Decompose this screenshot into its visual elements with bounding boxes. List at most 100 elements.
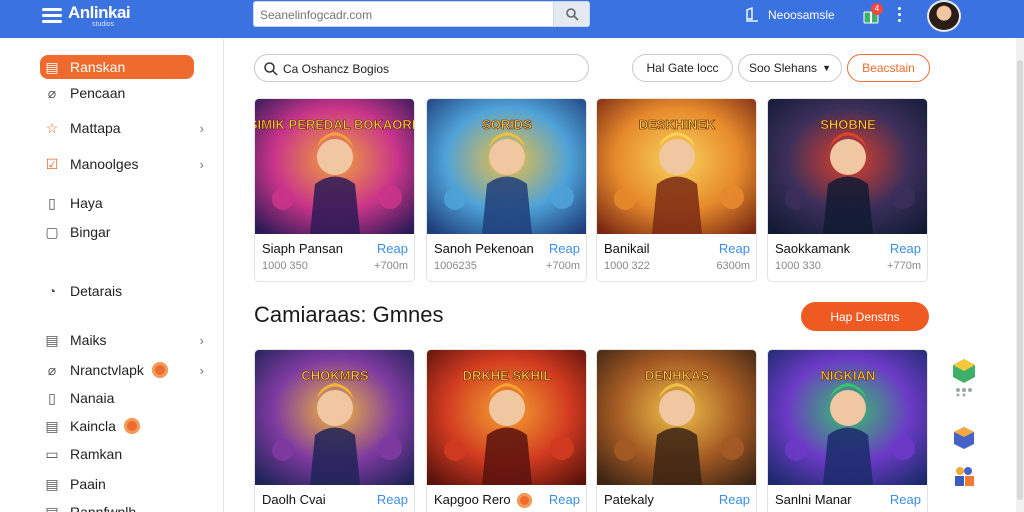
game-name[interactable]: Siaph Pansan [262, 241, 343, 256]
sidebar-item-icon: ▢ [45, 223, 59, 240]
game-name[interactable]: Daolh Cvai [262, 492, 326, 507]
sidebar-item-label: Nranctvlapk [70, 362, 144, 378]
user-avatar[interactable] [927, 0, 961, 32]
sidebar-item-10[interactable]: ▤ Kaincla [40, 414, 210, 438]
game-cover-art: SHOBNE [768, 99, 927, 234]
search-icon [264, 62, 278, 76]
game-cover-art: NIGKIAN [768, 350, 927, 485]
content-search-bar[interactable] [254, 54, 589, 82]
game-card[interactable]: NIGKIAN Sanlni Manar Reap [767, 349, 928, 512]
sidebar-item-4[interactable]: ▯ Haya [40, 191, 210, 215]
content-search-input[interactable] [283, 60, 573, 77]
play-button[interactable]: Reap [549, 492, 580, 507]
sidebar-item-9[interactable]: ▯ Nanaia [40, 386, 210, 410]
game-name[interactable]: Kapgoo Rero [434, 492, 532, 509]
sidebar-item-8[interactable]: ⌀ Nranctvlapk › [40, 358, 210, 382]
game-name[interactable]: Banikail [604, 241, 650, 256]
game-card[interactable]: DRKHE SKHIL Kapgoo Rero Reap [426, 349, 587, 512]
play-button[interactable]: Reap [890, 492, 921, 507]
game-name[interactable]: Sanoh Pekenoan [434, 241, 534, 256]
filter-button-orange[interactable]: Beacstain [847, 54, 930, 82]
game-cover-title: CHOKMRS [301, 368, 368, 383]
chevron-right-icon: › [199, 157, 204, 172]
sidebar-item-icon: ▭ [45, 445, 59, 462]
play-button[interactable]: Reap [549, 241, 580, 256]
game-thumbnail[interactable]: SHOBNE [768, 99, 927, 234]
sidebar-item-5[interactable]: ▢ Bingar [40, 220, 210, 244]
sidebar-item-label: Manoolges [70, 156, 139, 172]
box-icon [954, 427, 974, 449]
game-thumbnail[interactable]: DRKHE SKHIL [427, 350, 586, 485]
menu-icon[interactable] [42, 8, 62, 24]
game-name[interactable]: Sanlni Manar [775, 492, 852, 507]
play-button[interactable]: Reap [377, 241, 408, 256]
game-thumbnail[interactable]: DENHKAS [597, 350, 756, 485]
game-name[interactable]: Patekaly [604, 492, 654, 507]
game-reward: 6300m [716, 260, 750, 272]
sidebar-item-2[interactable]: ☆ Mattapa › [40, 116, 210, 140]
sidebar-item-icon: ▤ [45, 331, 59, 348]
sidebar-item-icon: ☑ [45, 155, 59, 172]
game-cover-title: DESKHINEK [639, 117, 716, 132]
floating-widget-1[interactable] [942, 350, 986, 404]
play-button[interactable]: Reap [719, 241, 750, 256]
filter-dropdown[interactable]: Soo Slehans ▼ [738, 54, 842, 82]
search-icon[interactable] [553, 2, 589, 26]
sidebar-item-label: Pencaan [70, 85, 126, 101]
app-logo-subtitle: studios [92, 21, 115, 28]
filter-dropdown-label: Soo Slehans [749, 61, 818, 75]
sidebar-item-icon: ▤ [45, 503, 59, 512]
chevron-right-icon: › [199, 333, 204, 348]
sidebar-item-13[interactable]: ▤ Rannfwnlh [40, 500, 210, 512]
game-thumbnail[interactable]: CHOKMRS [255, 350, 414, 485]
play-button[interactable]: Reap [890, 241, 921, 256]
sidebar-item-label: Bingar [70, 224, 111, 240]
sidebar-item-3[interactable]: ☑ Manoolges › [40, 152, 210, 176]
sidebar-item-6[interactable]: ◔ Detarais [40, 279, 210, 303]
floating-widget-2[interactable] [942, 424, 986, 452]
game-player-count: 1000 350 [262, 260, 308, 272]
play-button[interactable]: Reap [377, 492, 408, 507]
global-search-input[interactable] [260, 6, 550, 23]
sidebar-item-12[interactable]: ▤ Paain [40, 472, 210, 496]
game-name-text: Daolh Cvai [262, 492, 326, 507]
section-action-button[interactable]: Hap Denstns [801, 302, 929, 331]
sidebar-item-label: Detarais [70, 283, 123, 299]
section-title: Camiaraas: Gmnes [254, 302, 444, 327]
game-name-text: Kapgoo Rero [434, 492, 511, 507]
sidebar-item-icon: ▯ [48, 389, 56, 406]
sidebar-item-11[interactable]: ▭ Ramkan [40, 442, 210, 466]
sidebar-item-7[interactable]: ▤ Maiks › [40, 328, 210, 352]
game-thumbnail[interactable]: DESKHINEK [597, 99, 756, 234]
more-vertical-icon[interactable] [898, 7, 902, 23]
global-search-bar[interactable] [253, 1, 590, 27]
game-thumbnail[interactable]: SORIDS [427, 99, 586, 234]
sidebar-item-label: Nanaia [70, 390, 115, 406]
bell-icon[interactable] [744, 7, 760, 23]
sidebar-item-0[interactable]: ▤ Ranskan [40, 55, 194, 79]
account-link[interactable]: Neoosamsle [768, 8, 835, 22]
game-cover-title: DENHKAS [645, 368, 710, 383]
game-card[interactable]: SIMIK PEREDAL BOKAORN Siaph Pansan Reap 100… [254, 98, 415, 282]
app-logo[interactable]: Anlinkai [68, 3, 131, 23]
cube-icon [953, 359, 975, 397]
game-cover-art: CHOKMRS [255, 350, 414, 485]
play-button[interactable]: Reap [719, 492, 750, 507]
game-thumbnail[interactable]: SIMIK PEREDAL BOKAORN [255, 99, 414, 234]
game-card[interactable]: SHOBNE Saokkamank Reap 1000 330 +770m [767, 98, 928, 282]
game-card[interactable]: SORIDS Sanoh Pekenoan Reap 1006235 +700m [426, 98, 587, 282]
game-thumbnail[interactable]: NIGKIAN [768, 350, 927, 485]
game-name[interactable]: Saokkamank [775, 241, 850, 256]
floating-widget-3[interactable] [942, 462, 986, 490]
game-card[interactable]: CHOKMRS Daolh Cvai Reap [254, 349, 415, 512]
sidebar-item-1[interactable]: ⌀ Pencaan [40, 81, 210, 105]
sidebar-item-label: Paain [70, 476, 106, 492]
scrollbar-thumb[interactable] [1017, 60, 1023, 500]
game-name-text: Saokkamank [775, 241, 851, 256]
game-card[interactable]: DESKHINEK Banikail Reap 1000 322 6300m [596, 98, 757, 282]
game-cover-art: DENHKAS [597, 350, 756, 485]
filter-button-1[interactable]: Hal Gate locc [632, 54, 733, 82]
game-card[interactable]: DENHKAS Patekaly Reap [596, 349, 757, 512]
gift-count-badge: 4 [871, 3, 883, 15]
sidebar-item-icon: ◔ [47, 283, 57, 299]
